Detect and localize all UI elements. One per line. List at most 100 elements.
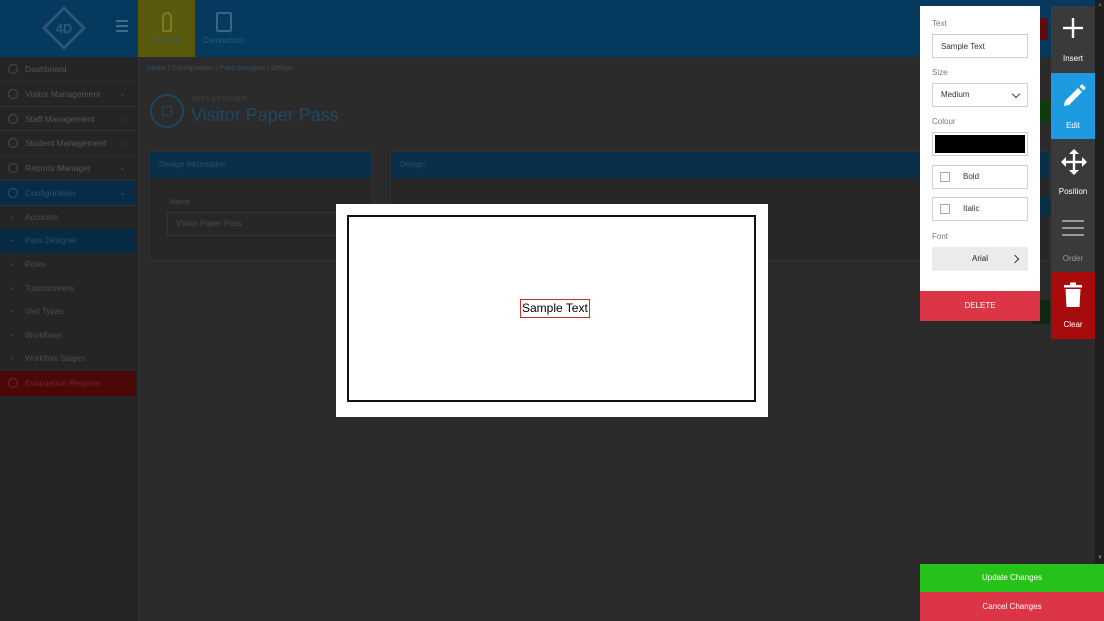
font-label: Font xyxy=(932,232,949,241)
sidebar-item-accounts[interactable]: Accounts xyxy=(0,206,136,230)
italic-checkbox[interactable]: Italic xyxy=(932,197,1028,221)
sidebar-item-workflow-stages[interactable]: Workflow Stages xyxy=(0,347,136,371)
document-icon xyxy=(215,12,232,32)
reports-icon xyxy=(8,163,18,174)
colour-picker[interactable] xyxy=(932,132,1028,156)
chevron-down-icon: ⌄ xyxy=(119,163,126,173)
order-button[interactable]: Order xyxy=(1051,205,1095,273)
delete-button[interactable]: DELETE xyxy=(920,291,1040,321)
sidebar-item-roles[interactable]: Roles xyxy=(0,253,136,277)
visitor-icon xyxy=(161,12,172,32)
tab-visitors[interactable]: Visitors xyxy=(138,0,195,57)
sidebar-item-touchscreens[interactable]: Touchscreens xyxy=(0,277,136,301)
pass-canvas[interactable]: Sample Text xyxy=(347,215,756,402)
scroll-down-icon[interactable]: ▼ xyxy=(1097,555,1103,561)
staff-icon xyxy=(8,113,18,124)
page-title: Visitor Paper Pass xyxy=(191,105,339,125)
order-label: Order xyxy=(1062,253,1084,263)
font-selector[interactable]: Arial xyxy=(932,247,1028,271)
sidebar-item-label: Visitor Management xyxy=(25,88,101,99)
edit-label: Edit xyxy=(1066,120,1080,130)
size-select[interactable]: Medium xyxy=(932,83,1028,107)
sidebar-item-label: Student Management xyxy=(25,138,107,149)
chevron-down-icon: ⌄ xyxy=(119,113,126,123)
clear-label: Clear xyxy=(1063,320,1083,330)
sidebar-item-pass-designer[interactable]: Pass Designer xyxy=(0,229,136,253)
checkbox-icon[interactable] xyxy=(940,204,950,214)
breadcrumb-separator: / xyxy=(168,65,171,72)
italic-label: Italic xyxy=(963,204,980,213)
pass-icon xyxy=(150,94,184,128)
colour-swatch xyxy=(935,135,1025,153)
sidebar-item-visit-types[interactable]: Visit Types xyxy=(0,300,136,324)
sidebar-item-label: Dashboard xyxy=(25,64,67,74)
chevron-down-icon: ⌄ xyxy=(119,138,126,148)
sidebar-item-dashboard[interactable]: Dashboard xyxy=(0,57,136,82)
plus-icon xyxy=(1063,18,1083,38)
list-icon xyxy=(1062,219,1084,236)
sidebar-item-visitor-management[interactable]: Visitor Management ⌄ xyxy=(0,82,136,107)
sidebar-item-workflows[interactable]: Workflows xyxy=(0,324,136,348)
sidebar-item-reports-manager[interactable]: Reports Manager ⌄ xyxy=(0,156,136,181)
move-icon xyxy=(1061,149,1087,176)
text-input[interactable] xyxy=(932,34,1028,58)
breadcrumb-visitor[interactable]: Visitor xyxy=(147,65,166,72)
insert-button[interactable]: Insert xyxy=(1051,6,1095,73)
sidebar-item-label: Staff Management xyxy=(25,113,95,124)
edit-button[interactable]: Edit xyxy=(1051,72,1095,140)
pencil-icon xyxy=(1064,83,1086,106)
breadcrumb-separator: / xyxy=(267,65,270,72)
sidebar-item-configuration[interactable]: Configuration ⌄ xyxy=(0,180,136,206)
tab-visitors-label: Visitors xyxy=(153,36,180,45)
clear-button[interactable]: Clear xyxy=(1051,272,1095,339)
checkbox-icon[interactable] xyxy=(940,172,950,182)
scrollbar[interactable] xyxy=(1095,0,1104,564)
breadcrumb-configuration: Configuration xyxy=(172,65,214,72)
name-label: Name xyxy=(170,197,191,206)
cancel-changes-button[interactable]: Cancel Changes xyxy=(920,592,1104,621)
position-label: Position xyxy=(1058,187,1088,197)
text-label: Text xyxy=(932,19,947,28)
logo-icon[interactable]: 4D xyxy=(42,6,86,50)
colour-label: Colour xyxy=(932,117,956,126)
chevron-down-icon: ⌄ xyxy=(119,187,126,197)
pass-canvas-modal: Sample Text xyxy=(336,204,768,417)
insert-label: Insert xyxy=(1062,54,1083,63)
size-label: Size xyxy=(932,68,948,77)
breadcrumb: Visitor / Configuration / Pass Designer … xyxy=(147,65,293,72)
tab-contractors-label: Contractors xyxy=(202,36,245,45)
fire-icon xyxy=(8,377,18,388)
position-button[interactable]: Position xyxy=(1051,139,1095,206)
panel-title: Design Information xyxy=(150,152,372,178)
tab-contractors[interactable]: Contractors xyxy=(195,0,252,57)
student-icon xyxy=(8,138,18,149)
edit-properties-panel: Text Size Medium Colour Bold Italic Font… xyxy=(920,6,1040,321)
tool-rail: Insert Edit Position Order Clear xyxy=(1051,6,1095,339)
size-value: Medium xyxy=(941,90,970,99)
sidebar-item-staff-management[interactable]: Staff Management ⌄ xyxy=(0,107,136,132)
sidebar-item-label: Evacuation Register xyxy=(25,377,102,388)
font-value: Arial xyxy=(971,254,988,263)
gear-icon xyxy=(8,187,18,198)
update-changes-button[interactable]: Update Changes xyxy=(920,564,1104,592)
sidebar-item-label: Reports Manager xyxy=(25,163,91,174)
trash-icon xyxy=(1064,282,1082,308)
breadcrumb-separator: / xyxy=(215,65,218,72)
sidebar: Dashboard Visitor Management ⌄ Staff Man… xyxy=(0,57,137,621)
chevron-down-icon: ⌄ xyxy=(119,88,126,98)
menu-icon[interactable] xyxy=(116,20,128,35)
sample-text-element[interactable]: Sample Text xyxy=(520,299,590,318)
chevron-down-icon xyxy=(1011,89,1021,99)
dashboard-icon xyxy=(8,64,18,74)
sidebar-item-evacuation-register[interactable]: Evacuation Register xyxy=(0,370,136,396)
bold-label: Bold xyxy=(963,172,980,181)
sidebar-item-label: Configuration xyxy=(25,187,76,198)
page-subtitle: PASS DESIGNER xyxy=(192,97,248,103)
sidebar-item-student-management[interactable]: Student Management ⌄ xyxy=(0,131,136,157)
chevron-right-icon xyxy=(1010,254,1020,264)
breadcrumb-pass-designer[interactable]: Pass Designer xyxy=(220,65,266,72)
bold-checkbox[interactable]: Bold xyxy=(932,165,1028,189)
user-icon xyxy=(8,88,18,99)
breadcrumb-design: Design xyxy=(271,65,293,72)
scroll-up-icon[interactable]: ▲ xyxy=(1097,2,1103,8)
